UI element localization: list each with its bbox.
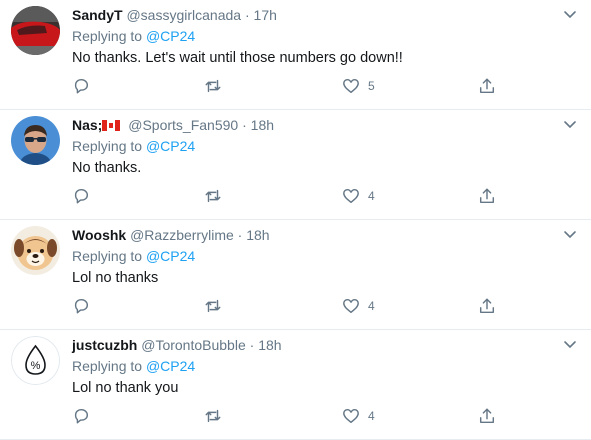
tweet[interactable]: % justcuzbh @TorontoBubble · 18h Replyin…: [0, 330, 591, 440]
user-handle[interactable]: @sassygirlcanada: [126, 7, 241, 23]
share-button[interactable]: [478, 186, 496, 206]
share-button[interactable]: [478, 296, 496, 316]
avatar[interactable]: [11, 226, 60, 275]
timestamp[interactable]: 18h: [246, 227, 269, 243]
share-icon: [479, 298, 495, 314]
replying-to: Replying to @CP24: [72, 357, 551, 376]
tweet-text: Lol no thanks: [72, 270, 159, 286]
user-handle[interactable]: @TorontoBubble: [141, 337, 246, 353]
tweet-header: justcuzbh @TorontoBubble · 18h: [72, 336, 551, 355]
display-name[interactable]: Wooshk: [72, 227, 126, 243]
tweet-header: SandyT @sassygirlcanada · 17h: [72, 6, 551, 25]
tweet-text: No thanks.: [72, 160, 142, 176]
replying-label: Replying to: [72, 28, 143, 44]
share-icon: [479, 188, 495, 204]
tweet-header: Nas; @Sports_Fan590 · 18h: [72, 116, 551, 135]
retweet-icon: [205, 189, 221, 203]
replying-to-link[interactable]: @CP24: [146, 28, 195, 44]
retweet-button[interactable]: [204, 76, 222, 96]
like-button[interactable]: 5: [342, 76, 375, 96]
user-handle[interactable]: @Sports_Fan590: [128, 117, 238, 133]
separator: ·: [244, 7, 250, 23]
svg-text:%: %: [31, 360, 41, 372]
replying-to-link[interactable]: @CP24: [146, 138, 195, 154]
reply-button[interactable]: [72, 76, 90, 96]
avatar[interactable]: %: [11, 336, 60, 385]
like-button[interactable]: 4: [342, 296, 375, 316]
timestamp[interactable]: 17h: [254, 7, 277, 23]
replying-to: Replying to @CP24: [72, 137, 551, 156]
like-count: 5: [368, 79, 375, 93]
reply-icon: [74, 188, 89, 204]
replying-to: Replying to @CP24: [72, 247, 551, 266]
reply-icon: [74, 78, 89, 94]
reply-button[interactable]: [72, 296, 90, 316]
like-count: 4: [368, 299, 375, 313]
tweet-text: No thanks. Let's wait until those number…: [72, 50, 403, 66]
like-button[interactable]: 4: [342, 186, 375, 206]
tweet[interactable]: SandyT @sassygirlcanada · 17h Replying t…: [0, 0, 591, 110]
replying-to-link[interactable]: @CP24: [146, 248, 195, 264]
replying-to-link[interactable]: @CP24: [146, 358, 195, 374]
heart-icon: [343, 188, 359, 204]
separator: ·: [237, 227, 243, 243]
retweet-button[interactable]: [204, 406, 222, 426]
separator: ·: [249, 337, 255, 353]
chevron-down-icon[interactable]: [563, 10, 577, 20]
reply-icon: [74, 408, 89, 424]
tweet-header: Wooshk @Razzberrylime · 18h: [72, 226, 551, 245]
display-name[interactable]: justcuzbh: [72, 337, 137, 353]
reply-button[interactable]: [72, 406, 90, 426]
replying-to: Replying to @CP24: [72, 27, 551, 46]
reply-button[interactable]: [72, 186, 90, 206]
replying-label: Replying to: [72, 358, 143, 374]
red-car-avatar-icon: [11, 6, 60, 55]
tweet[interactable]: Nas; @Sports_Fan590 · 18h Replying to @C…: [0, 110, 591, 220]
man-sunglasses-avatar-icon: [11, 116, 60, 165]
timestamp[interactable]: 18h: [258, 337, 281, 353]
display-name[interactable]: SandyT: [72, 7, 123, 23]
timestamp[interactable]: 18h: [251, 117, 274, 133]
chevron-down-icon[interactable]: [563, 120, 577, 130]
tweet-text: Lol no thank you: [72, 380, 179, 396]
share-button[interactable]: [478, 406, 496, 426]
dog-character-avatar-icon: [11, 226, 60, 275]
retweet-button[interactable]: [204, 186, 222, 206]
canada-flag-icon: [102, 120, 121, 131]
like-count: 4: [368, 189, 375, 203]
share-icon: [479, 408, 495, 424]
separator: ·: [242, 117, 247, 133]
percent-drop-avatar-icon: %: [11, 336, 60, 385]
retweet-button[interactable]: [204, 296, 222, 316]
replying-label: Replying to: [72, 248, 143, 264]
avatar[interactable]: [11, 6, 60, 55]
like-button[interactable]: 4: [342, 406, 375, 426]
display-name[interactable]: Nas;: [72, 117, 102, 133]
heart-icon: [343, 408, 359, 424]
user-handle[interactable]: @Razzberrylime: [130, 227, 234, 243]
retweet-icon: [205, 299, 221, 313]
heart-icon: [343, 78, 359, 94]
share-button[interactable]: [478, 76, 496, 96]
avatar[interactable]: [11, 116, 60, 165]
retweet-icon: [205, 409, 221, 423]
replying-label: Replying to: [72, 138, 143, 154]
heart-icon: [343, 298, 359, 314]
reply-icon: [74, 298, 89, 314]
retweet-icon: [205, 79, 221, 93]
tweet[interactable]: Wooshk @Razzberrylime · 18h Replying to …: [0, 220, 591, 330]
share-icon: [479, 78, 495, 94]
chevron-down-icon[interactable]: [563, 340, 577, 350]
like-count: 4: [368, 409, 375, 423]
chevron-down-icon[interactable]: [563, 230, 577, 240]
